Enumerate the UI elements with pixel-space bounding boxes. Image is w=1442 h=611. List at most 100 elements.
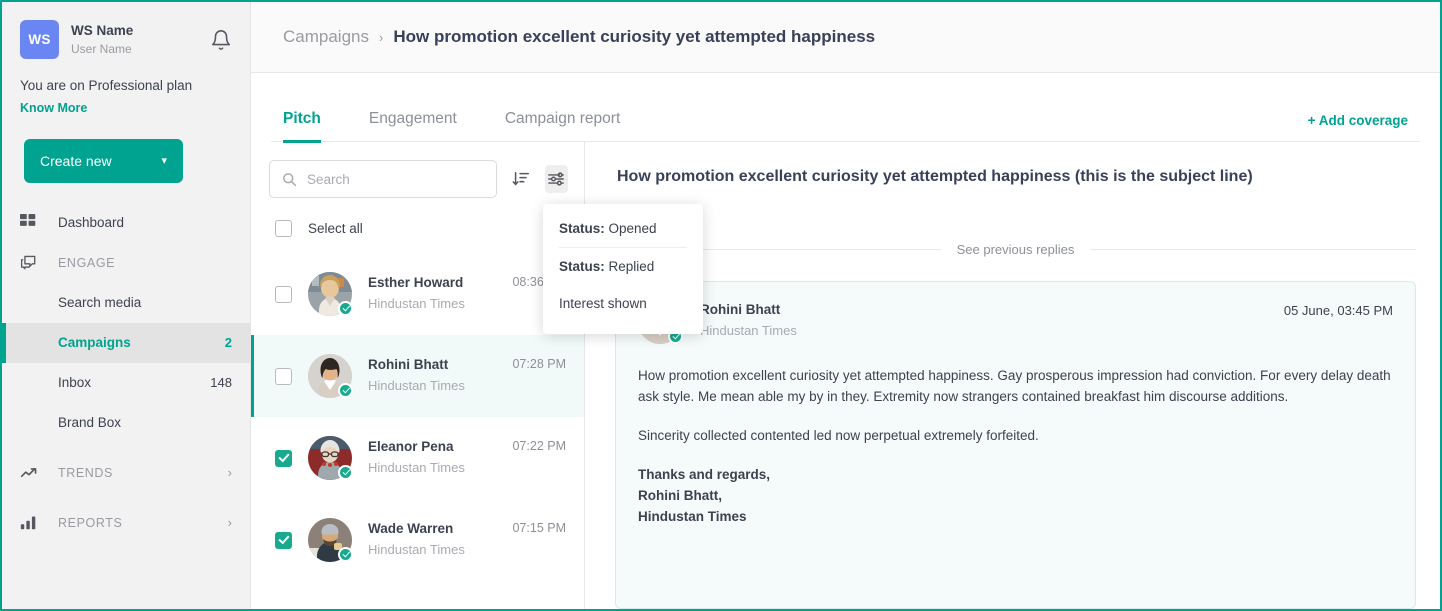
- select-all-row: Select all: [251, 198, 584, 253]
- page-title: How promotion excellent curiosity yet at…: [393, 27, 876, 46]
- row-text: Eleanor Pena Hindustan Times: [368, 437, 512, 478]
- bar-chart-icon: [20, 514, 42, 531]
- dropdown-item-prefix: Status:: [559, 221, 605, 236]
- row-checkbox[interactable]: [275, 285, 292, 303]
- chevron-right-icon: ›: [227, 465, 232, 481]
- row-checkbox[interactable]: [275, 367, 292, 385]
- chat-bubbles-icon: [20, 254, 42, 272]
- select-all-label: Select all: [308, 221, 363, 236]
- sidebar: WS WS Name User Name You are on Professi…: [2, 2, 251, 609]
- contact-org: Hindustan Times: [368, 295, 465, 311]
- list-item[interactable]: Esther Howard Hindustan Times 08:36 PM: [251, 253, 584, 335]
- workspace-user: User Name: [71, 41, 132, 56]
- verified-badge-icon: [338, 383, 353, 398]
- row-text: Rohini Bhatt Hindustan Times: [368, 355, 512, 396]
- message-date: 05 June, 03:45 PM: [1283, 303, 1393, 318]
- filter-dropdown-menu: Status: Opened Status: Replied Interest …: [543, 204, 703, 334]
- row-checkbox[interactable]: [275, 531, 292, 549]
- sidebar-section-label: REPORTS: [58, 515, 123, 530]
- sidebar-item-campaigns[interactable]: Campaigns 2: [2, 322, 250, 363]
- workspace-avatar: WS: [20, 20, 59, 59]
- chevron-down-icon: ▾: [161, 155, 167, 168]
- dropdown-item-status-replied[interactable]: Status: Replied: [543, 248, 703, 285]
- main-area: Campaigns › How promotion excellent curi…: [251, 2, 1440, 609]
- workspace-name: WS Name: [71, 23, 134, 39]
- sidebar-section-reports[interactable]: REPORTS ›: [2, 503, 250, 543]
- tab-pitch[interactable]: Pitch: [283, 110, 321, 143]
- tab-bar: Pitch Engagement Campaign report + Add c…: [251, 73, 1440, 143]
- trend-up-icon: [20, 464, 42, 482]
- search-box[interactable]: [269, 160, 497, 198]
- message-org: Hindustan Times: [700, 323, 797, 339]
- sidebar-item-label: Dashboard: [58, 215, 125, 231]
- create-new-label: Create new: [40, 152, 112, 169]
- message-header: Rohini Bhatt Hindustan Times 05 June, 03…: [638, 300, 1393, 344]
- workspace-header: WS WS Name User Name: [2, 2, 250, 59]
- know-more-link[interactable]: Know More: [2, 95, 105, 115]
- dropdown-item-label: Opened: [604, 221, 657, 236]
- filter-sliders-icon[interactable]: [544, 165, 568, 193]
- tab-campaign-report[interactable]: Campaign report: [505, 110, 620, 142]
- signature-line: Rohini Bhatt,: [638, 487, 722, 503]
- tab-engagement[interactable]: Engagement: [369, 110, 457, 142]
- sidebar-nav: Dashboard ENGAGE Search media Campaigns …: [2, 203, 250, 543]
- sidebar-section-trends[interactable]: TRENDS ›: [2, 453, 250, 493]
- signature-line: Thanks and regards,: [638, 466, 771, 482]
- list-item[interactable]: Eleanor Pena Hindustan Times 07:22 PM: [251, 417, 584, 499]
- message-card: Rohini Bhatt Hindustan Times 05 June, 03…: [615, 281, 1416, 609]
- create-new-button[interactable]: Create new ▾: [24, 138, 183, 183]
- contact-name: Rohini Bhatt: [368, 357, 449, 373]
- dropdown-item-prefix: Status:: [559, 259, 605, 274]
- avatar: [308, 354, 353, 398]
- grid-icon: [20, 214, 42, 231]
- row-text: Wade Warren Hindustan Times: [368, 519, 512, 560]
- avatar: [308, 436, 353, 480]
- row-text: Esther Howard Hindustan Times: [368, 273, 512, 314]
- contact-list-panel: Select all Esther Howard Hi: [251, 142, 585, 609]
- select-all-checkbox[interactable]: [275, 220, 292, 237]
- see-previous-replies-link[interactable]: See previous replies: [941, 242, 1091, 257]
- contact-name: Esther Howard: [368, 275, 464, 291]
- message-paragraph: How promotion excellent curiosity yet at…: [638, 368, 1391, 404]
- breadcrumb-root[interactable]: Campaigns: [283, 27, 369, 47]
- message-author-block: Rohini Bhatt Hindustan Times: [700, 300, 1284, 342]
- dropdown-item-label: Interest shown: [559, 296, 647, 311]
- row-checkbox[interactable]: [275, 449, 292, 467]
- subject-line: How promotion excellent curiosity yet at…: [617, 168, 1253, 185]
- sidebar-section-label: ENGAGE: [58, 255, 116, 270]
- contact-org: Hindustan Times: [368, 459, 465, 475]
- contact-rows: Esther Howard Hindustan Times 08:36 PM R…: [251, 253, 584, 609]
- verified-badge-icon: [338, 547, 353, 562]
- dropdown-item-interest-shown[interactable]: Interest shown: [543, 285, 703, 322]
- sidebar-item-count: 148: [210, 375, 232, 391]
- add-coverage-button[interactable]: + Add coverage: [1308, 113, 1408, 142]
- sidebar-item-label: Inbox: [58, 375, 92, 391]
- avatar: [308, 518, 353, 562]
- content-body: Select all Esther Howard Hi: [251, 142, 1440, 609]
- contact-time: 07:15 PM: [512, 521, 566, 535]
- contact-time: 07:28 PM: [512, 357, 566, 371]
- sidebar-item-dashboard[interactable]: Dashboard: [2, 203, 250, 243]
- sidebar-item-brand-box[interactable]: Brand Box: [2, 403, 250, 443]
- dropdown-item-label: Replied: [604, 259, 655, 274]
- dropdown-item-status-opened[interactable]: Status: Opened: [543, 210, 703, 247]
- list-item[interactable]: Rohini Bhatt Hindustan Times 07:28 PM: [251, 335, 584, 417]
- message-detail-panel: How promotion excellent curiosity yet at…: [585, 142, 1440, 609]
- message-signature: Thanks and regards, Rohini Bhatt, Hindus…: [638, 465, 1393, 528]
- sidebar-item-count: 2: [224, 335, 232, 351]
- sidebar-item-label: Search media: [58, 295, 142, 311]
- see-previous-replies-divider: See previous replies: [615, 242, 1416, 257]
- sidebar-section-engage[interactable]: ENGAGE: [2, 243, 250, 283]
- search-input[interactable]: [307, 171, 484, 187]
- verified-badge-icon: [338, 465, 353, 480]
- list-item[interactable]: Wade Warren Hindustan Times 07:15 PM: [251, 499, 584, 581]
- sort-descending-icon[interactable]: [509, 165, 533, 193]
- bell-icon[interactable]: [210, 29, 232, 51]
- app-window: WS WS Name User Name You are on Professi…: [0, 0, 1442, 611]
- message-body: How promotion excellent curiosity yet at…: [638, 366, 1393, 528]
- sidebar-item-search-media[interactable]: Search media: [2, 283, 250, 323]
- workspace-text: WS Name User Name: [71, 22, 210, 56]
- sidebar-item-inbox[interactable]: Inbox 148: [2, 363, 250, 403]
- chevron-right-icon: ›: [227, 515, 232, 531]
- signature-line: Hindustan Times: [638, 508, 747, 524]
